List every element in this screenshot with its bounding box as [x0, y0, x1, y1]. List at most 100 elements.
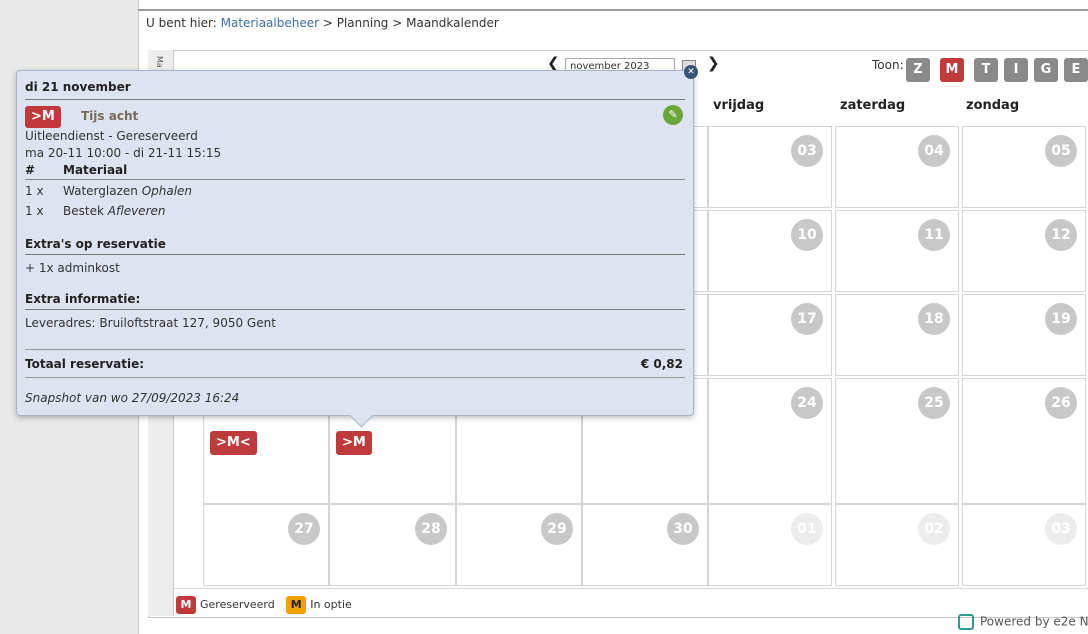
breadcrumb-separator: >	[319, 16, 337, 30]
popup-title: di 21 november	[25, 80, 131, 94]
table-header-qty: #	[25, 163, 36, 177]
day-number: 11	[918, 219, 950, 251]
total-divider	[25, 349, 685, 350]
event-badge[interactable]: >M	[336, 431, 372, 455]
breadcrumb: U bent hier: Materiaalbeheer > Planning …	[146, 16, 499, 30]
weekday-header-vrijdag: vrijdag	[713, 98, 765, 113]
day-cell[interactable]: 27	[203, 504, 329, 586]
item-qty: 1 x	[25, 184, 44, 198]
filter-m-button[interactable]: M	[940, 58, 964, 82]
day-cell[interactable]: 28	[329, 504, 456, 586]
legend-gereserveerd-swatch: M	[176, 596, 196, 614]
edit-icon[interactable]: ✎	[663, 105, 683, 125]
item-name: Bestek Afleveren	[63, 204, 165, 218]
info-title: Extra informatie:	[25, 292, 141, 306]
grid-bottom-line	[174, 588, 1088, 589]
e2e-logo-icon	[958, 614, 974, 630]
total-label: Totaal reservatie:	[25, 357, 145, 371]
filter-g-button[interactable]: G	[1034, 58, 1058, 82]
day-number: 03	[791, 135, 823, 167]
table-header-materiaal: Materiaal	[63, 163, 128, 177]
filter-z-button[interactable]: Z	[906, 58, 930, 82]
legend-optie-label: In optie	[310, 598, 352, 611]
breadcrumb-separator: >	[388, 16, 407, 30]
table-divider	[25, 179, 685, 180]
day-number: 25	[918, 387, 950, 419]
extras-divider	[25, 254, 685, 255]
day-number: 01	[791, 513, 823, 545]
powered-by-text: Powered by e2e NV	[980, 614, 1088, 629]
popup-period: ma 20-11 10:00 - di 21-11 15:15	[25, 146, 222, 160]
day-number: 02	[918, 513, 950, 545]
breadcrumb-materiaalbeheer[interactable]: Materiaalbeheer	[221, 16, 319, 30]
popup-status-badge: >M	[25, 106, 61, 128]
vertical-strip-label: Ma	[155, 56, 164, 68]
day-number: 04	[918, 135, 950, 167]
day-number: 30	[667, 513, 699, 545]
day-cell[interactable]: 03	[962, 504, 1086, 586]
day-number: 05	[1045, 135, 1077, 167]
day-cell[interactable]: 29	[456, 504, 582, 586]
popup-divider	[25, 99, 685, 100]
day-cell[interactable]: 05	[962, 126, 1086, 208]
day-number: 17	[791, 303, 823, 335]
filter-e-button[interactable]: E	[1064, 58, 1088, 82]
day-number: 26	[1045, 387, 1077, 419]
day-number: 19	[1045, 303, 1077, 335]
breadcrumb-maandkalender: Maandkalender	[406, 16, 499, 30]
info-divider	[25, 309, 685, 310]
day-number: 29	[541, 513, 573, 545]
day-number: 12	[1045, 219, 1077, 251]
day-cell[interactable]: 19	[962, 294, 1086, 376]
day-number: 28	[415, 513, 447, 545]
legend-gereserveerd-label: Gereserveerd	[200, 598, 275, 611]
day-cell[interactable]: 18	[835, 294, 959, 376]
day-cell[interactable]: 10	[708, 210, 832, 292]
popup-customer-name: Tijs acht	[81, 109, 139, 123]
extras-value: + 1x adminkost	[25, 261, 120, 275]
item-name-text: Waterglazen	[63, 184, 138, 198]
day-cell[interactable]: 04	[835, 126, 959, 208]
reservation-popup: ✕ di 21 november >M Tijs acht ✎ Uitleend…	[16, 65, 698, 428]
day-cell[interactable]: 12	[962, 210, 1086, 292]
breadcrumb-planning[interactable]: Planning	[337, 16, 389, 30]
item-name-text: Bestek	[63, 204, 104, 218]
day-cell[interactable]: 24	[708, 378, 832, 504]
day-number: 10	[791, 219, 823, 251]
item-qty: 1 x	[25, 204, 44, 218]
filter-t-button[interactable]: T	[974, 58, 998, 82]
day-cell[interactable]: 25	[835, 378, 959, 504]
next-month-icon[interactable]: ❯	[707, 54, 720, 72]
weekday-header-zaterdag: zaterdag	[840, 98, 906, 113]
day-cell[interactable]: 26	[962, 378, 1086, 504]
day-number: 03	[1045, 513, 1077, 545]
item-name: Waterglazen Ophalen	[63, 184, 192, 198]
total-bottom-divider	[25, 377, 685, 378]
snapshot-text: Snapshot van wo 27/09/2023 16:24	[25, 391, 240, 405]
day-cell[interactable]: 02	[835, 504, 959, 586]
breadcrumb-prefix: U bent hier:	[146, 16, 221, 30]
toon-label: Toon:	[872, 58, 904, 72]
powered-by[interactable]: Powered by e2e NV	[958, 614, 1088, 630]
day-number: 24	[791, 387, 823, 419]
day-cell[interactable]: 11	[835, 210, 959, 292]
close-icon[interactable]: ✕	[684, 65, 698, 79]
legend-optie-swatch: M	[286, 596, 307, 614]
day-number: 18	[918, 303, 950, 335]
day-cell[interactable]: 01	[708, 504, 832, 586]
top-divider	[138, 9, 1088, 11]
total-value: € 0,82	[640, 357, 683, 371]
event-badge[interactable]: >M<	[210, 431, 257, 455]
info-value: Leveradres: Bruiloftstraat 127, 9050 Gen…	[25, 316, 276, 330]
popup-type-line: Uitleendienst - Gereserveerd	[25, 129, 198, 143]
weekday-header-zondag: zondag	[966, 98, 1020, 113]
legend: M Gereserveerd M In optie	[176, 596, 352, 614]
day-cell[interactable]: 03	[708, 126, 832, 208]
day-cell[interactable]: 30	[582, 504, 708, 586]
item-action: Afleveren	[107, 204, 166, 218]
day-cell[interactable]: 17	[708, 294, 832, 376]
filter-i-button[interactable]: I	[1004, 58, 1028, 82]
item-action: Ophalen	[141, 184, 193, 198]
extras-title: Extra's op reservatie	[25, 237, 166, 251]
day-number: 27	[288, 513, 320, 545]
